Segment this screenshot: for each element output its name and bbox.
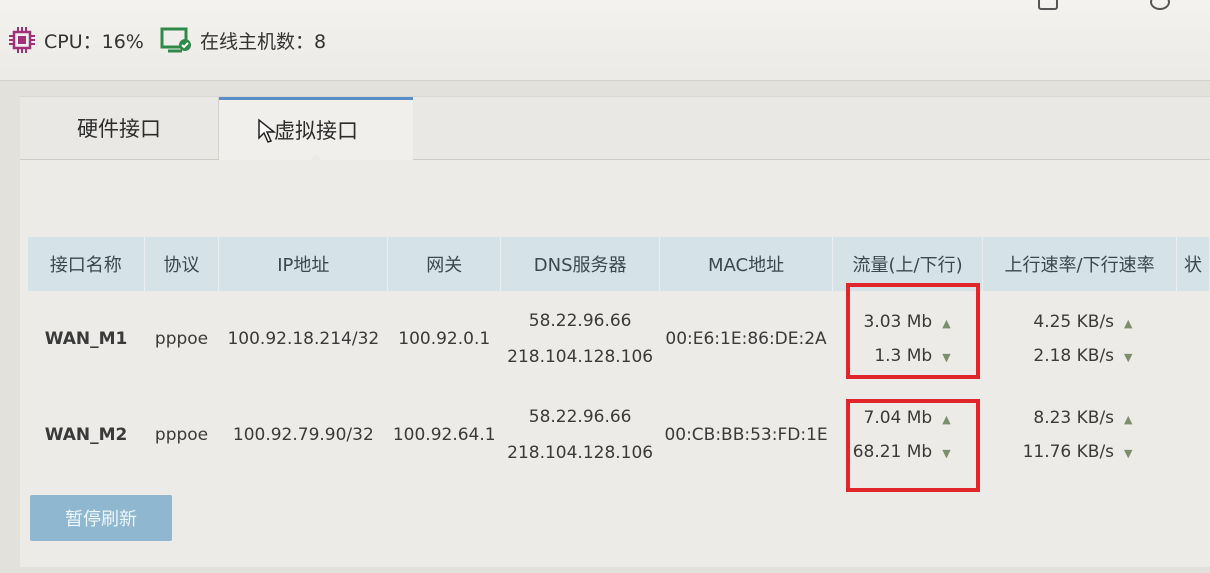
monitor-icon [160, 27, 191, 53]
cpu-chip-icon [9, 27, 35, 53]
table-row: WAN_M1 pppoe 100.92.18.214/32 100.92.0.1… [28, 291, 1210, 387]
column-header: IP地址 [218, 237, 389, 291]
cpu-usage-text: CPU：16% [44, 30, 144, 53]
tab-virtual-interface[interactable]: 虚拟接口 [219, 97, 413, 161]
dns-cell: 58.22.96.66 218.104.128.106 [501, 291, 660, 387]
column-header: MAC地址 [659, 237, 833, 291]
arrow-down-icon: ▼ [942, 447, 951, 460]
traffic-up: 7.04 Mb ▲ [863, 408, 951, 428]
ip-address-cell: 100.92.79.90/32 [232, 425, 374, 445]
gateway-cell: 100.92.0.1 [398, 329, 491, 349]
pause-refresh-button[interactable]: 暂停刷新 [30, 495, 172, 541]
column-header: 状 [1176, 237, 1210, 291]
status-cell [1177, 291, 1210, 387]
dns-secondary: 218.104.128.106 [507, 443, 654, 463]
dns-secondary: 218.104.128.106 [507, 347, 654, 367]
tab-hardware-interface[interactable]: 硬件接口 [20, 97, 219, 159]
column-header: 上行速率/下行速率 [982, 237, 1177, 291]
arrow-down-icon: ▼ [942, 351, 951, 364]
protocol-cell: pppoe [154, 425, 209, 445]
status-bar: CPU：16% 在线主机数：8 [0, 0, 1210, 81]
interface-table: 接口名称 协议 IP地址 网关 DNS服务器 MAC地址 流量(上/下行) 上行… [28, 237, 1210, 483]
rate-up: 4.25 KB/s ▲ [1033, 312, 1133, 332]
rate-down: 11.76 KB/s ▼ [1022, 442, 1133, 462]
dns-cell: 58.22.96.66 218.104.128.106 [501, 387, 660, 483]
gateway-cell: 100.92.64.1 [392, 425, 496, 445]
online-hosts: 在线主机数：8 [160, 26, 326, 54]
mac-address-cell: 00:CB:BB:53:FD:1E [664, 425, 828, 445]
column-header: 协议 [144, 237, 220, 291]
traffic-down: 68.21 Mb ▼ [852, 442, 951, 462]
protocol-cell: pppoe [154, 329, 209, 349]
arrow-up-icon: ▲ [1124, 413, 1133, 426]
dns-primary: 58.22.96.66 [528, 311, 632, 331]
traffic-up: 3.03 Mb ▲ [863, 312, 951, 332]
interface-name: WAN_M1 [44, 329, 128, 349]
rate-down: 2.18 KB/s ▼ [1033, 346, 1133, 366]
column-header: 网关 [387, 237, 502, 291]
column-header: 接口名称 [28, 237, 145, 291]
column-header: 流量(上/下行) [832, 237, 984, 291]
traffic-cell: 7.04 Mb ▲ 68.21 Mb ▼ [833, 387, 983, 483]
rate-cell: 8.23 KB/s ▲ 11.76 KB/s ▼ [983, 387, 1177, 483]
arrow-down-icon: ▼ [1124, 447, 1133, 460]
traffic-cell: 3.03 Mb ▲ 1.3 Mb ▼ [833, 291, 983, 387]
window-control-icon[interactable] [1038, 0, 1058, 10]
cpu-usage: CPU：16% [8, 26, 144, 54]
arrow-down-icon: ▼ [1124, 351, 1133, 364]
table-row: WAN_M2 pppoe 100.92.79.90/32 100.92.64.1… [28, 387, 1210, 483]
mac-address-cell: 00:E6:1E:86:DE:2A [665, 329, 827, 349]
ip-address-cell: 100.92.18.214/32 [227, 329, 380, 349]
rate-cell: 4.25 KB/s ▲ 2.18 KB/s ▼ [983, 291, 1177, 387]
rate-up: 8.23 KB/s ▲ [1033, 408, 1133, 428]
arrow-up-icon: ▲ [942, 413, 951, 426]
window-control-icon[interactable] [1150, 0, 1170, 10]
arrow-up-icon: ▲ [942, 317, 951, 330]
interface-panel: 硬件接口 虚拟接口 接口名称 协议 IP地址 网关 DNS服务器 MAC地址 流… [20, 96, 1210, 567]
column-header: DNS服务器 [500, 237, 661, 291]
online-hosts-text: 在线主机数：8 [200, 30, 327, 53]
table-header-row: 接口名称 协议 IP地址 网关 DNS服务器 MAC地址 流量(上/下行) 上行… [28, 237, 1210, 291]
traffic-down: 1.3 Mb ▼ [874, 346, 951, 366]
arrow-up-icon: ▲ [1124, 317, 1133, 330]
dns-primary: 58.22.96.66 [528, 407, 632, 427]
interface-name: WAN_M2 [44, 425, 128, 445]
status-cell [1177, 387, 1210, 483]
tab-bar: 硬件接口 虚拟接口 [20, 97, 1210, 161]
mouse-cursor-icon [258, 118, 277, 143]
